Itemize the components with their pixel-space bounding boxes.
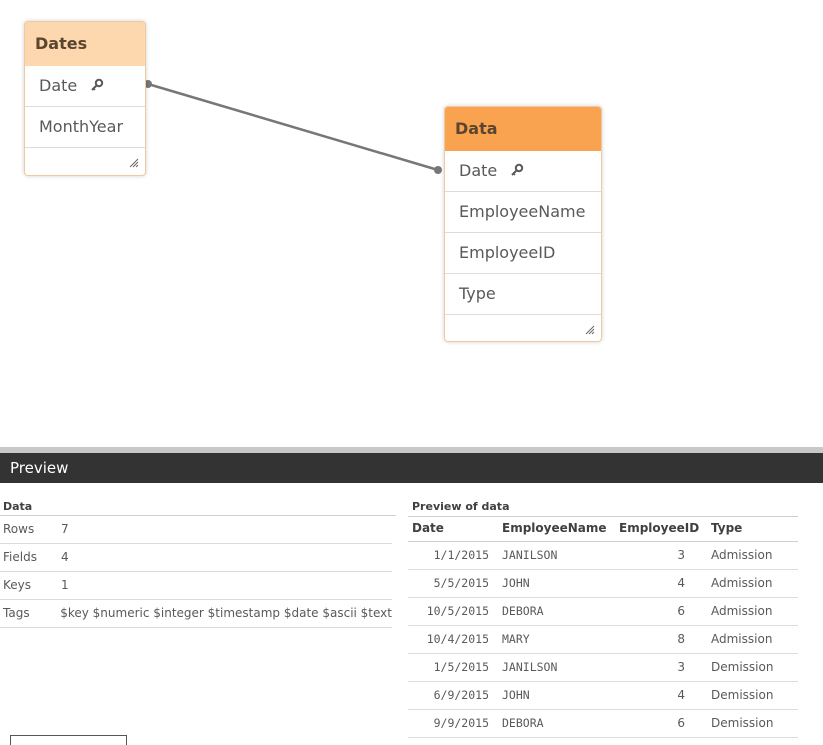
cell-type: Admission: [711, 604, 773, 618]
meta-value: $key $numeric $integer $timestamp $date …: [60, 606, 392, 620]
cell-type: Admission: [711, 632, 773, 646]
cell-employeeid: 4: [677, 688, 685, 702]
meta-label: Keys: [3, 578, 32, 592]
cell-type: Admission: [711, 548, 773, 562]
data-preview-table: Date EmployeeName EmployeeID Type 1/1/20…: [408, 516, 798, 738]
cell-employeeid: 3: [677, 548, 685, 562]
cell-employeename: JOHN: [502, 576, 530, 590]
cell-employeeid: 6: [677, 604, 685, 618]
table-metadata-title: Data: [3, 500, 33, 513]
meta-row-tags: Tags $key $numeric $integer $timestamp $…: [0, 600, 392, 628]
meta-value: 4: [61, 550, 69, 564]
preview-panel-header[interactable]: Preview: [0, 453, 823, 483]
meta-row-keys: Keys 1: [0, 572, 392, 600]
cell-type: Demission: [711, 716, 774, 730]
preview-of-data-title: Preview of data: [412, 500, 510, 513]
cell-employeename: JOHN: [502, 688, 530, 702]
data-card-footer: [445, 315, 601, 341]
cell-employeename: JANILSON: [502, 660, 558, 674]
data-model-canvas[interactable]: Dates Date MonthYear Data Date EmployeeN…: [0, 0, 823, 447]
resize-handle-icon[interactable]: [129, 153, 139, 172]
data-table-header[interactable]: Data: [445, 107, 601, 151]
collapsed-panel-tab[interactable]: [10, 735, 127, 745]
key-icon: [90, 67, 104, 107]
dates-field-date[interactable]: Date: [25, 66, 145, 107]
table-row: 1/5/2015 JANILSON 3 Demission: [408, 654, 798, 682]
meta-value: 1: [61, 578, 69, 592]
table-header-row: Date EmployeeName EmployeeID Type: [408, 516, 798, 542]
cell-date: 9/9/2015: [433, 716, 489, 730]
resize-handle-icon[interactable]: [585, 320, 595, 339]
table-row: 1/1/2015 JANILSON 3 Admission: [408, 542, 798, 570]
cell-employeeid: 3: [677, 660, 685, 674]
cell-employeename: JANILSON: [502, 548, 558, 562]
data-field-type[interactable]: Type: [445, 274, 601, 315]
dates-table-header[interactable]: Dates: [25, 22, 145, 66]
data-field-employeeid[interactable]: EmployeeID: [445, 233, 601, 274]
data-field-employeename[interactable]: EmployeeName: [445, 192, 601, 233]
meta-label: Tags: [3, 606, 30, 620]
cell-employeename: MARY: [502, 632, 530, 646]
column-header-employeeid: EmployeeID: [619, 521, 700, 535]
cell-employeeid: 8: [677, 632, 685, 646]
cell-date: 1/5/2015: [433, 660, 489, 674]
cell-date: 5/5/2015: [433, 576, 489, 590]
field-label: Date: [39, 76, 78, 95]
cell-type: Demission: [711, 660, 774, 674]
column-header-employeename: EmployeeName: [502, 521, 607, 535]
table-row: 9/9/2015 DEBORA 6 Demission: [408, 710, 798, 738]
table-row: 6/9/2015 JOHN 4 Demission: [408, 682, 798, 710]
meta-label: Fields: [3, 550, 37, 564]
cell-type: Admission: [711, 576, 773, 590]
field-label: Date: [459, 161, 498, 180]
meta-value: 7: [61, 522, 69, 536]
table-row: 10/5/2015 DEBORA 6 Admission: [408, 598, 798, 626]
key-icon: [510, 152, 524, 192]
meta-label: Rows: [3, 522, 35, 536]
column-header-type: Type: [711, 521, 743, 535]
dates-card-footer: [25, 148, 145, 175]
meta-row-rows: Rows 7: [0, 516, 392, 544]
dates-table-card[interactable]: Dates Date MonthYear: [24, 21, 146, 176]
cell-date: 10/4/2015: [426, 632, 489, 646]
cell-employeeid: 6: [677, 716, 685, 730]
table-row: 10/4/2015 MARY 8 Admission: [408, 626, 798, 654]
table-row: 5/5/2015 JOHN 4 Admission: [408, 570, 798, 598]
cell-type: Demission: [711, 688, 774, 702]
cell-employeeid: 4: [677, 576, 685, 590]
dates-field-monthyear[interactable]: MonthYear: [25, 107, 145, 148]
column-header-date: Date: [412, 521, 444, 535]
data-field-date[interactable]: Date: [445, 151, 601, 192]
data-table-card[interactable]: Data Date EmployeeName EmployeeID Type: [444, 106, 602, 342]
cell-date: 10/5/2015: [426, 604, 489, 618]
cell-employeename: DEBORA: [502, 716, 544, 730]
table-metadata-list: Rows 7 Fields 4 Keys 1 Tags $key $numeri…: [0, 516, 392, 628]
cell-employeename: DEBORA: [502, 604, 544, 618]
meta-row-fields: Fields 4: [0, 544, 392, 572]
cell-date: 1/1/2015: [433, 548, 489, 562]
cell-date: 6/9/2015: [433, 688, 489, 702]
